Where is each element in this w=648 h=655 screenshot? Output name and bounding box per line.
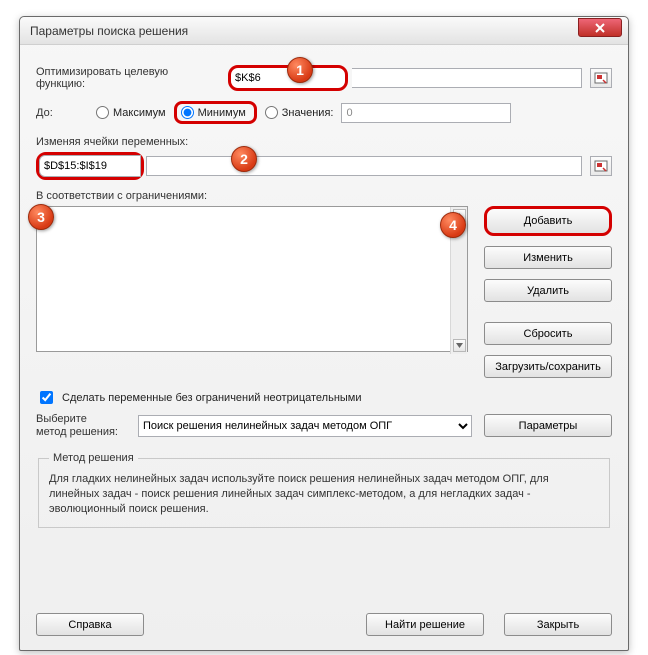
callout-1: 1 [287, 57, 313, 83]
changing-label: Изменяя ячейки переменных: [36, 136, 188, 148]
constraints-label: В соответствии с ограничениями: [36, 190, 207, 202]
range-select-icon[interactable] [590, 68, 612, 88]
loadsave-button[interactable]: Загрузить/сохранить [484, 355, 612, 378]
method-group: Метод решения Для гладких нелинейных зад… [38, 452, 610, 528]
range-select-icon[interactable] [590, 156, 612, 176]
titlebar: Параметры поиска решения [20, 17, 628, 45]
radio-maximum[interactable]: Максимум [96, 106, 166, 119]
callout-3: 3 [28, 204, 54, 230]
to-row: До: Максимум Минимум Значения: [36, 101, 612, 124]
reset-button[interactable]: Сбросить [484, 322, 612, 345]
radio-maximum-label: Максимум [113, 107, 166, 119]
objective-row: Оптимизировать целевую функцию: [36, 65, 612, 91]
scroll-down-icon[interactable] [453, 339, 466, 352]
to-label: До: [36, 107, 88, 119]
value-of-input[interactable] [341, 103, 511, 123]
callout-4: 4 [440, 212, 466, 238]
radio-value[interactable]: Значения: [265, 106, 334, 119]
options-button[interactable]: Параметры [484, 414, 612, 437]
changing-input[interactable] [39, 155, 141, 177]
constraints-section: В соответствии с ограничениями: Добавить… [36, 190, 612, 378]
choose-method-label: Выберите метод решения: [36, 413, 126, 438]
constraints-list-wrapper [36, 206, 468, 355]
objective-input-ext[interactable] [352, 68, 582, 88]
edit-button[interactable]: Изменить [484, 246, 612, 269]
window-close-button[interactable] [578, 18, 622, 37]
changing-section: Изменяя ячейки переменных: [36, 136, 612, 180]
method-group-title: Метод решения [49, 452, 138, 464]
dialog-body: Оптимизировать целевую функцию: До: Макс… [36, 65, 612, 636]
add-button[interactable]: Добавить [484, 206, 612, 236]
method-description: Для гладких нелинейных задач используйте… [49, 472, 599, 517]
nonneg-checkbox-input[interactable] [40, 391, 53, 404]
radio-minimum[interactable]: Минимум [174, 101, 257, 124]
method-select[interactable]: Поиск решения нелинейных задач методом О… [138, 415, 472, 437]
objective-label: Оптимизировать целевую функцию: [36, 66, 220, 90]
callout-2: 2 [231, 146, 257, 172]
changing-input-ext[interactable] [146, 156, 582, 176]
help-button[interactable]: Справка [36, 613, 144, 636]
nonneg-checkbox[interactable]: Сделать переменные без ограничений неотр… [36, 388, 612, 407]
close-icon [595, 23, 605, 33]
constraints-list[interactable] [36, 206, 468, 352]
solve-button[interactable]: Найти решение [366, 613, 484, 636]
radio-value-label: Значения: [282, 107, 334, 119]
dialog-window: Параметры поиска решения Оптимизировать … [19, 16, 629, 651]
dialog-title: Параметры поиска решения [30, 24, 578, 38]
delete-button[interactable]: Удалить [484, 279, 612, 302]
nonneg-label: Сделать переменные без ограничений неотр… [62, 392, 362, 404]
close-button[interactable]: Закрыть [504, 613, 612, 636]
bottombar: Справка Найти решение Закрыть [36, 613, 612, 636]
radio-minimum-label: Минимум [198, 107, 246, 119]
